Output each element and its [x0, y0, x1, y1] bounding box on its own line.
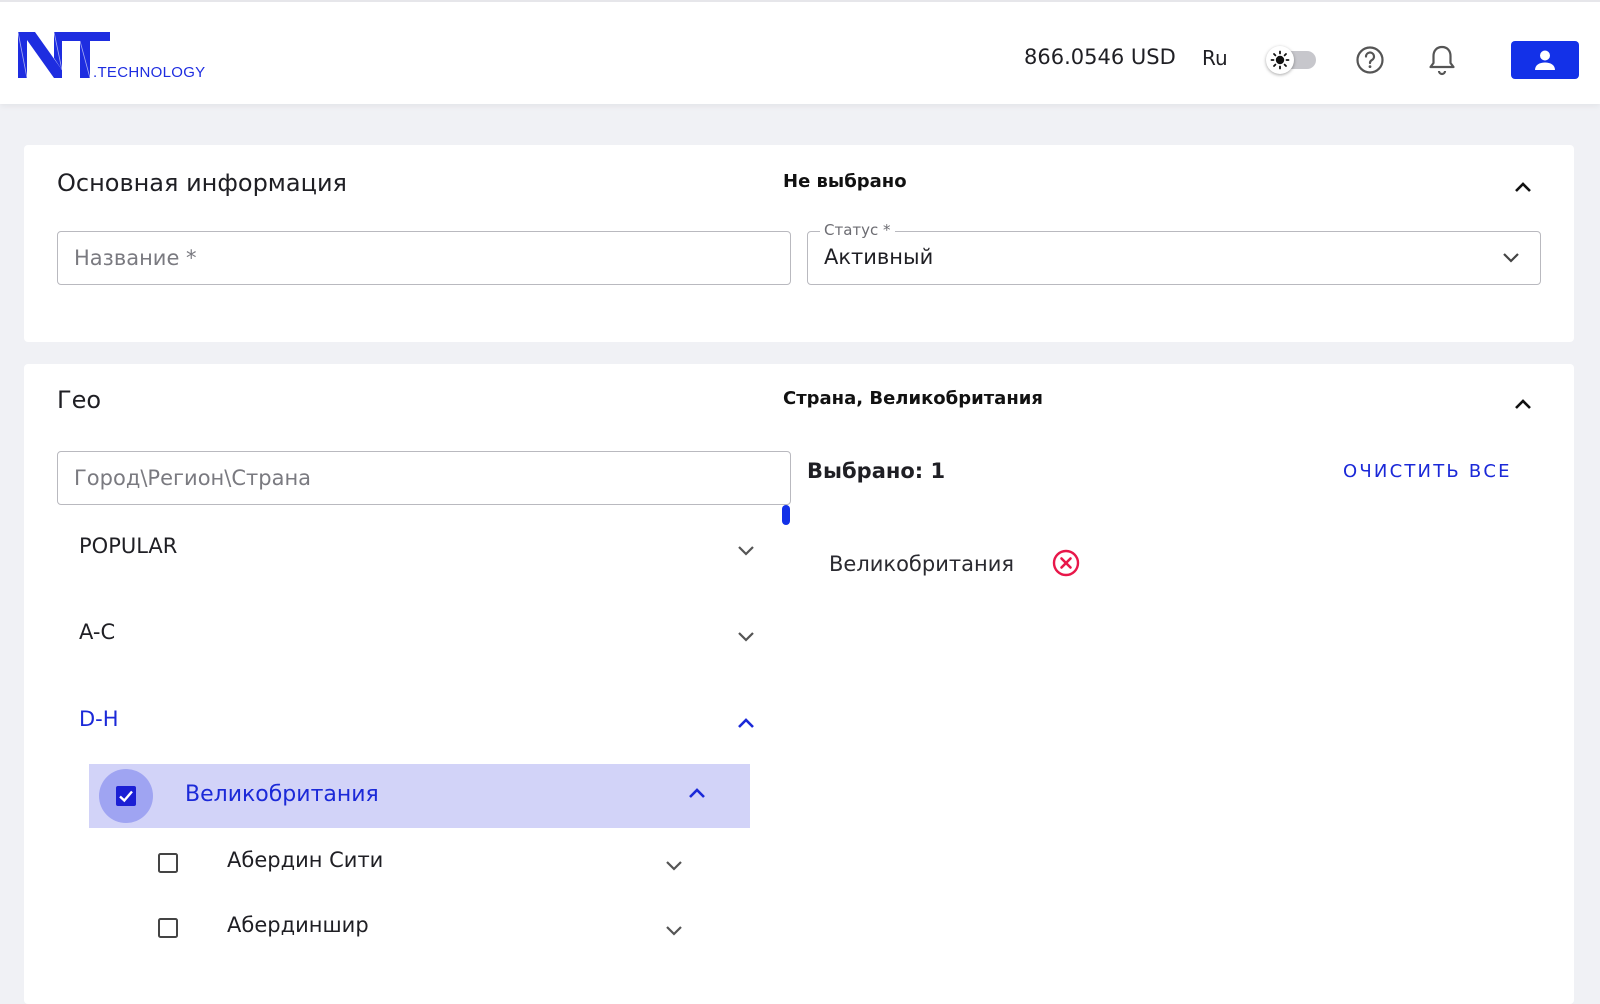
- basic-info-card: Основная информация Не выбрано Название …: [24, 145, 1574, 342]
- top-bar: .TECHNOLOGY 866.0546 USD Ru: [0, 0, 1600, 104]
- region-checkbox[interactable]: [157, 917, 179, 943]
- bell-icon[interactable]: [1428, 44, 1456, 80]
- name-input[interactable]: Название *: [57, 231, 791, 285]
- checkbox-empty-icon: [158, 853, 178, 873]
- name-input-placeholder: Название *: [74, 246, 197, 270]
- chevron-down-icon[interactable]: [737, 542, 755, 561]
- status-select[interactable]: Статус * Активный: [807, 221, 1541, 285]
- group-a-c[interactable]: A-C: [79, 620, 115, 644]
- country-checkbox[interactable]: [99, 769, 153, 823]
- geo-card: Гео Страна, Великобритания Город\Регион\…: [24, 364, 1574, 1004]
- sun-icon: [1270, 50, 1290, 70]
- tree-item-united-kingdom[interactable]: Великобритания: [89, 764, 750, 828]
- chevron-down-icon[interactable]: [737, 628, 755, 647]
- country-label: Великобритания: [185, 782, 379, 807]
- scrollbar-thumb[interactable]: [782, 505, 790, 525]
- status-value: Активный: [824, 245, 934, 269]
- group-popular[interactable]: POPULAR: [79, 534, 177, 558]
- tree-item-aberdeenshire[interactable]: Абердиншир: [227, 913, 369, 937]
- group-d-h[interactable]: D-H: [79, 707, 119, 731]
- chevron-up-icon[interactable]: [737, 714, 755, 733]
- theme-toggle-knob: [1266, 46, 1294, 74]
- theme-toggle[interactable]: [1266, 46, 1320, 74]
- chevron-up-icon[interactable]: [688, 784, 706, 803]
- profile-button[interactable]: [1511, 41, 1579, 79]
- user-icon: [1535, 50, 1555, 70]
- remove-circle-icon[interactable]: [1051, 548, 1081, 582]
- collapse-chevron-up-icon[interactable]: [1514, 395, 1532, 414]
- basic-info-summary: Не выбрано: [783, 171, 907, 192]
- logo-suffix: .TECHNOLOGY: [93, 64, 206, 81]
- clear-all-button[interactable]: ОЧИСТИТЬ ВСЕ: [1343, 461, 1512, 482]
- region-checkbox[interactable]: [157, 852, 179, 878]
- chevron-down-icon[interactable]: [665, 922, 683, 941]
- collapse-chevron-up-icon[interactable]: [1514, 178, 1532, 197]
- tree-item-aberdeen-city[interactable]: Абердин Сити: [227, 848, 383, 872]
- basic-info-title: Основная информация: [57, 169, 347, 197]
- selected-count: Выбрано: 1: [807, 459, 946, 483]
- chevron-down-icon[interactable]: [665, 857, 683, 876]
- checkbox-checked-icon: [116, 786, 136, 806]
- geo-summary: Страна, Великобритания: [783, 388, 1043, 409]
- balance: 866.0546 USD: [1024, 45, 1176, 69]
- selected-chip-label: Великобритания: [829, 552, 1014, 576]
- geo-search-input[interactable]: Город\Регион\Страна: [57, 451, 791, 505]
- geo-title: Гео: [57, 386, 102, 414]
- geo-search-placeholder: Город\Регион\Страна: [74, 466, 312, 490]
- help-circle-icon[interactable]: [1355, 45, 1385, 79]
- chevron-down-icon: [1502, 249, 1520, 268]
- checkbox-empty-icon: [158, 918, 178, 938]
- language-selector[interactable]: Ru: [1202, 46, 1228, 70]
- status-label: Статус *: [820, 221, 895, 239]
